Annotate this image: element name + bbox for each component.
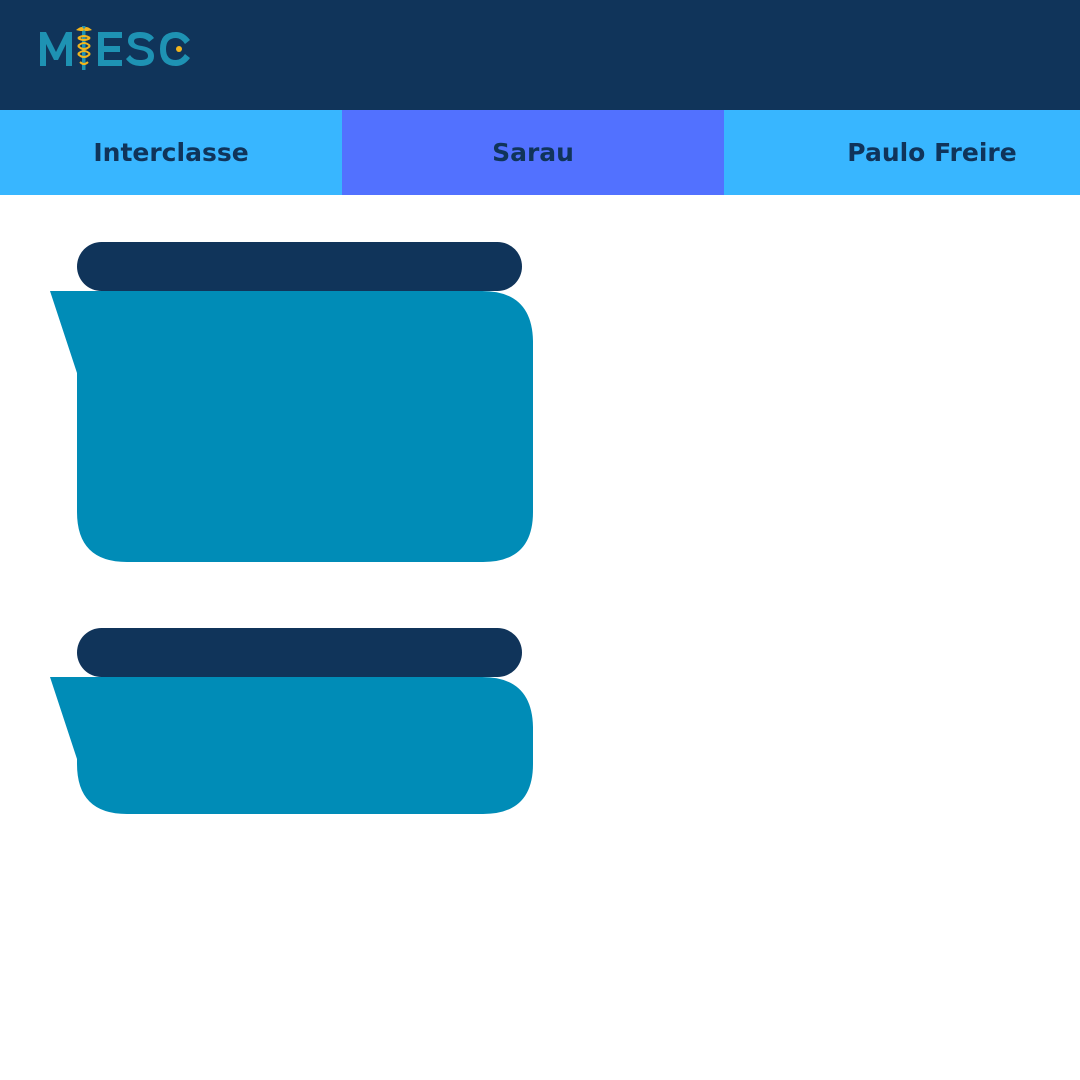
tab-sarau-label: Sarau [492, 138, 574, 167]
miesc-logo-icon [40, 26, 190, 70]
card-1-header-bar [77, 242, 522, 291]
card-2-header-bar [77, 628, 522, 677]
content-card-1 [50, 242, 534, 562]
nav-tabs: Interclasse Sarau Paulo Freire [0, 110, 1080, 195]
tab-paulo-freire[interactable]: Paulo Freire [724, 110, 1080, 195]
page: Interclasse Sarau Paulo Freire [0, 0, 1080, 1080]
tab-paulo-freire-label: Paulo Freire [847, 138, 1017, 167]
content-card-2 [50, 628, 534, 814]
header-bar [0, 0, 1080, 110]
card-1-speech-bubble [50, 291, 533, 562]
site-logo[interactable] [38, 22, 198, 74]
tab-sarau[interactable]: Sarau [342, 110, 724, 195]
tab-interclasse[interactable]: Interclasse [0, 110, 342, 195]
card-2-speech-bubble [50, 677, 533, 814]
tab-interclasse-label: Interclasse [93, 138, 249, 167]
